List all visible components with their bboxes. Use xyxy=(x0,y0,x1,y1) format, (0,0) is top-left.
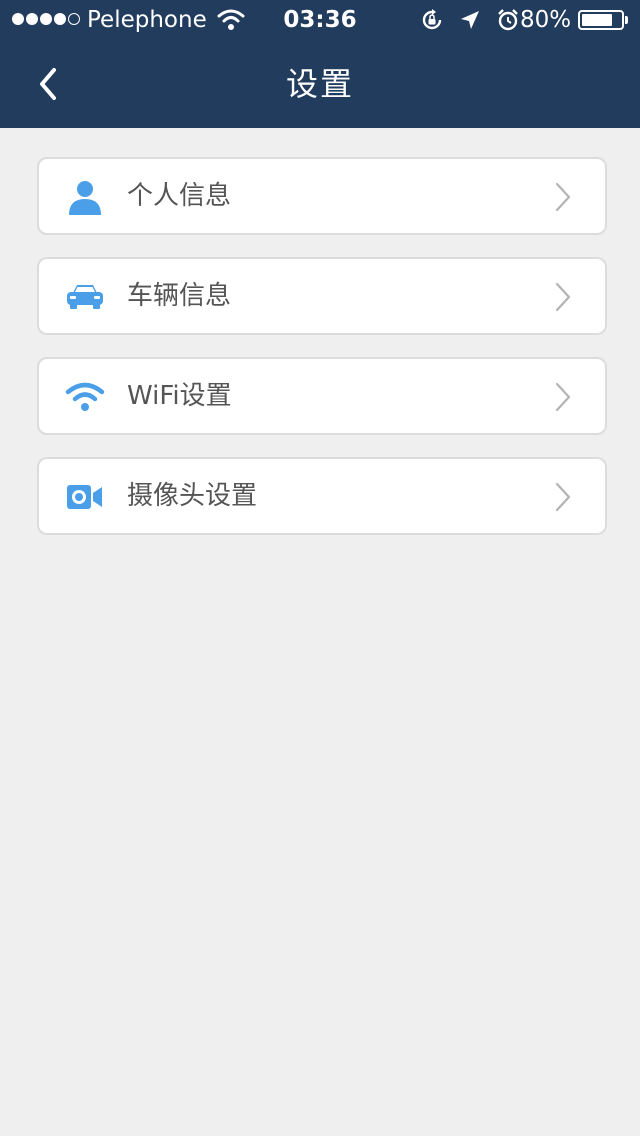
chevron-right-icon xyxy=(555,282,571,312)
settings-item-label: 车辆信息 xyxy=(127,281,232,311)
settings-item-personal-info[interactable]: 个人信息 xyxy=(37,157,607,235)
rotation-lock-icon xyxy=(422,9,442,30)
settings-item-label: WiFi设置 xyxy=(127,381,232,411)
navigation-bar: 设置 xyxy=(0,40,640,128)
camera-icon xyxy=(67,485,102,509)
person-icon xyxy=(69,181,101,215)
location-arrow-icon xyxy=(461,11,479,29)
chevron-right-icon xyxy=(555,382,571,412)
battery-nub xyxy=(625,16,628,24)
settings-item-label: 摄像头设置 xyxy=(127,481,258,511)
wifi-icon xyxy=(65,382,105,411)
car-icon xyxy=(67,285,103,309)
top-bar: Pelephone 03:36 80% 设置 xyxy=(0,0,640,128)
chevron-right-icon xyxy=(555,182,571,212)
chevron-right-icon xyxy=(555,482,571,512)
settings-item-vehicle-info[interactable]: 车辆信息 xyxy=(37,257,607,335)
battery-level xyxy=(582,14,612,26)
alarm-icon xyxy=(498,9,518,31)
status-bar: Pelephone 03:36 80% xyxy=(0,0,640,40)
battery-icon xyxy=(578,10,624,30)
page-title: 设置 xyxy=(285,65,354,103)
settings-item-camera[interactable]: 摄像头设置 xyxy=(37,457,607,535)
settings-item-label: 个人信息 xyxy=(127,181,232,211)
settings-item-wifi[interactable]: WiFi设置 xyxy=(37,357,607,435)
status-icons xyxy=(420,8,520,32)
battery-percentage: 80% xyxy=(520,7,572,33)
